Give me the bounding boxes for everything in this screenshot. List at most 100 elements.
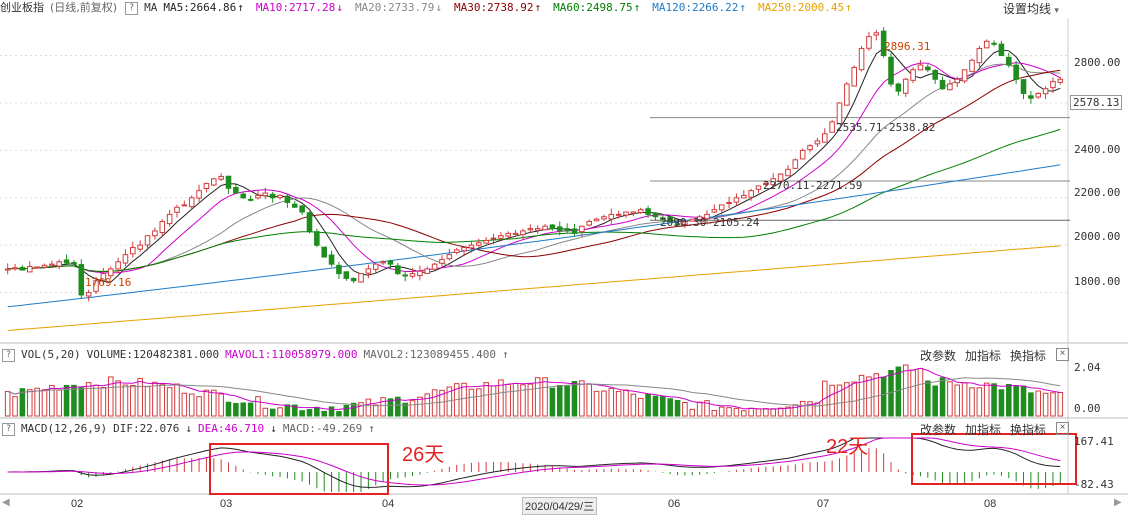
volume-bar [387, 398, 394, 417]
volume-bar [56, 389, 62, 417]
candle-body [733, 197, 740, 203]
help-icon[interactable]: ? [125, 1, 139, 15]
candle-body [961, 69, 968, 82]
candle-body [755, 185, 762, 190]
candle-body [255, 194, 261, 199]
candle-body [365, 268, 372, 274]
price-header: 创业板指 (日线,前复权)? MA MA5:2664.86↑ MA10:2717.28↓… [0, 0, 870, 16]
candle-body [41, 264, 48, 268]
candle-body [615, 213, 622, 216]
candle-body [998, 43, 1005, 57]
volume-bar [1028, 392, 1034, 417]
candle-body [395, 265, 401, 275]
candle-body [652, 212, 659, 218]
volume-bar [233, 402, 239, 417]
trend-arrow-icon: ↑ [633, 1, 641, 14]
volume-bar [674, 399, 681, 417]
volume-bar [461, 382, 467, 417]
volume-bar [343, 404, 350, 417]
volume-bar [615, 390, 622, 417]
candle-body [991, 42, 997, 45]
volume-bar [269, 408, 276, 417]
candle-body [321, 246, 327, 258]
candle-body [144, 235, 151, 246]
volume-bar [792, 404, 799, 417]
volume-bar [71, 384, 77, 417]
volume-bar [306, 409, 313, 417]
volume-bar [93, 384, 99, 417]
volume-bar [873, 373, 880, 417]
volume-bar [424, 393, 431, 417]
volume-bar [211, 389, 217, 417]
candle-body [630, 211, 637, 214]
vol-add-indicator-button[interactable]: 加指标 [965, 347, 1001, 364]
candle-body [262, 192, 269, 197]
candle-body [402, 274, 408, 277]
macd-params-button[interactable]: 改参数 [920, 421, 956, 438]
volume-bar [372, 404, 379, 417]
candle-body [917, 64, 924, 71]
close-icon[interactable]: × [1056, 422, 1069, 435]
volume-bar [755, 408, 762, 417]
volume-bar [711, 410, 718, 417]
volume-bar [991, 383, 997, 417]
candle-body [895, 83, 902, 92]
volume-bar [586, 383, 592, 417]
price-tick: 1800.00 [1074, 275, 1121, 288]
volume-bar [483, 382, 489, 417]
volume-bar [564, 385, 570, 417]
volume-bar [682, 402, 688, 417]
price-grid [0, 55, 1070, 294]
candle-body [71, 262, 77, 265]
macd-switch-indicator-button[interactable]: 换指标 [1010, 421, 1046, 438]
help-icon[interactable]: ? [2, 348, 15, 362]
volume-bars [4, 364, 1064, 417]
candle-body [26, 266, 33, 273]
candle-body [1035, 92, 1042, 98]
moving-average-lines [7, 47, 1061, 331]
ma-settings-button[interactable]: 设置均线 ▾ [1003, 0, 1059, 17]
vol-params-button[interactable]: 改参数 [920, 347, 956, 364]
candle-body [534, 228, 541, 231]
candle-body [549, 224, 556, 230]
volume-bar [1013, 385, 1019, 417]
candle-body [814, 140, 821, 145]
high-annotation: 2896.31 [884, 40, 931, 53]
candle-body [196, 190, 202, 199]
candle-body [1013, 64, 1019, 80]
vol-name: VOL(5,20) [21, 348, 81, 361]
volume-bar [741, 410, 747, 417]
candle-body [821, 133, 828, 143]
volume-bar [549, 387, 556, 417]
trend-arrow-icon: ↑ [739, 1, 746, 14]
help-icon[interactable]: ? [2, 422, 15, 436]
ma-legend-item: MA5:2664.86↑ [163, 1, 244, 14]
candle-body [188, 197, 195, 208]
candle-body [328, 254, 335, 265]
scroll-right-icon[interactable]: ▶ [1114, 497, 1122, 508]
scroll-left-icon[interactable]: ◀ [2, 497, 10, 508]
volume-bar [799, 400, 806, 417]
volume-bar [947, 381, 953, 417]
candle-body [159, 220, 166, 233]
candle-body [1057, 78, 1064, 83]
macd-add-indicator-button[interactable]: 加指标 [965, 421, 1001, 438]
ma-legend-item: MA20:2733.79↓ [354, 1, 443, 14]
vol-switch-indicator-button[interactable]: 换指标 [1010, 347, 1046, 364]
volume-bar [696, 401, 703, 417]
volume-bar [505, 383, 512, 417]
volume-tick: 2.04 [1074, 361, 1101, 374]
dif-line [7, 437, 1061, 488]
volume-bar [718, 406, 725, 417]
close-icon[interactable]: × [1056, 348, 1069, 361]
ma20-line [7, 63, 1061, 273]
candle-body [925, 66, 931, 71]
volume-bar [255, 396, 261, 417]
volume-bar [601, 390, 607, 417]
price-tick: 2400.00 [1074, 143, 1121, 156]
volume-bar [571, 381, 578, 417]
volume-bar [203, 389, 210, 417]
candle-body [4, 268, 11, 271]
candle-body [947, 83, 953, 91]
candle-body [792, 159, 799, 169]
